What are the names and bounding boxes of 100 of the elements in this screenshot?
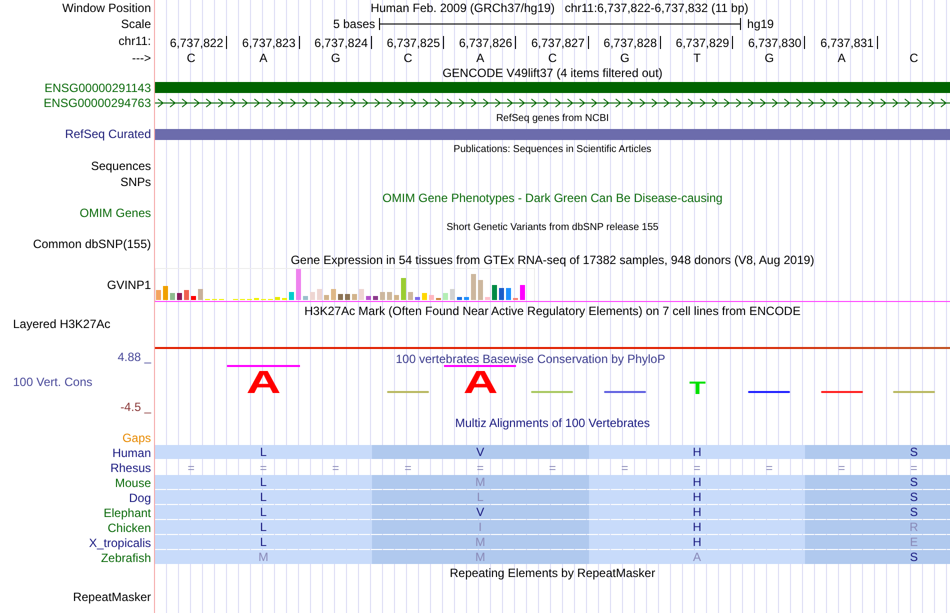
track-title: GENCODE V49lift37 (4 items filtered out) [442,66,663,78]
amino-acid-cell: H [588,505,806,519]
track-label[interactable]: Common dbSNP(155) [32,235,154,253]
track-label[interactable]: Zebrafish [100,548,154,566]
amino-acid-cell: V [372,445,589,459]
track-label[interactable]: Mouse [114,474,154,492]
track-title: Gene Expression in 54 tissues from GTEx RNA-seq of 17382 samples, 948 donors (V8, Aug 2019) [290,254,814,266]
strand-label[interactable]: ---> [132,52,154,64]
position-label: 6,737,829 [676,36,730,48]
amino-acid-cell: M [372,535,589,549]
amino-acid-cell: H [588,445,806,459]
track-title: RefSeq genes from NCBI [496,114,609,124]
track-title: H3K27Ac Mark (Often Found Near Active Regulatory Elements) on 7 cell lines from ENCODE [304,305,801,317]
base-letter: A [258,52,268,64]
position-label: 6,737,825 [386,36,442,48]
track-label[interactable]: GVINP1 [106,276,154,294]
amino-acid-cell: L [372,490,589,504]
track-label: Scale [120,16,152,33]
track-label[interactable]: RepeatMasker [72,588,154,606]
track-label[interactable]: Rhesus [110,458,154,476]
base-letter: C [547,52,558,64]
amino-acid-cell: H [588,490,806,504]
gap-mark: = [837,462,846,474]
track-title: Multiz Alignments of 100 Vertebrates [455,417,650,429]
gap-mark: = [258,462,268,474]
track-label[interactable]: Sequences [90,156,154,174]
base-letter: T [692,52,702,64]
amino-acid-cell: L [155,520,372,534]
position-label: 6,737,827 [531,36,586,48]
track-label[interactable]: ENSG00000291143 [44,78,154,96]
position-label: 6,737,830 [748,36,802,48]
gap-mark: = [403,462,412,474]
amino-acid-cell: R [805,520,950,534]
position-label: 6,737,831 [820,36,875,48]
logo-letter: A [246,370,281,395]
logo-letter: T [688,381,706,395]
gap-mark: = [692,462,702,474]
gap-mark: = [476,462,485,474]
amino-acid-cell: H [588,475,806,489]
base-letter: G [330,52,342,64]
gap-mark: = [620,462,630,474]
axis-min-label: -4.5 _ [120,399,152,416]
amino-acid-cell: S [805,475,950,489]
amino-acid-cell: E [805,535,950,549]
amino-acid-cell: L [155,505,372,519]
track-label[interactable]: Chicken [108,518,154,536]
amino-acid-cell: L [155,490,372,504]
position-label: 6,737,824 [314,36,369,48]
track-label[interactable]: OMIM Genes [80,204,154,222]
track-label: Window Position [62,0,152,17]
track-title: Repeating Elements by RepeatMasker [450,567,656,579]
gene-bar[interactable] [155,128,950,140]
amino-acid-cell: S [805,445,950,459]
track-title: Short Genetic Variants from dbSNP release 155 [446,223,658,233]
track-title: OMIM Gene Phenotypes - Dark Green Can Be Disease-causing [382,192,723,204]
track-label[interactable]: ENSG00000294763 [44,94,154,112]
base-letter: A [836,52,847,64]
axis-max-label: 4.88 _ [118,349,152,366]
amino-acid-cell: H [588,535,806,549]
amino-acid-cell: M [155,550,372,564]
base-letter: G [764,52,775,64]
gap-mark: = [548,462,557,474]
amino-acid-cell: V [372,505,589,519]
track-label[interactable]: SNPs [120,172,154,190]
track-label[interactable]: 100 Vert. Cons [0,373,92,391]
position-label: 6,737,826 [458,36,514,48]
amino-acid-cell: L [155,445,372,459]
position-label: 6,737,822 [170,36,224,48]
gap-mark: = [331,462,340,474]
track-title: Publications: Sequences in Scientific Articles [454,145,652,155]
amino-acid-cell: H [588,520,806,534]
track-label[interactable]: Layered H3K27Ac [0,315,110,333]
amino-acid-cell: M [372,550,589,564]
track-label[interactable]: Human [112,444,154,462]
base-letter: G [619,52,630,64]
track-label[interactable]: Dog [128,488,154,506]
assembly-text: Human Feb. 2009 (GRCh37/hg19) [370,0,555,17]
region-text[interactable]: chr11:6,737,822-6,737,832 (11 bp) [564,0,748,17]
position-label: 6,737,828 [604,36,658,48]
base-letter: C [402,52,414,64]
base-letter: C [908,52,920,64]
amino-acid-cell: A [588,550,806,564]
amino-acid-cell: L [155,535,372,549]
amino-acid-cell: S [805,550,950,564]
amino-acid-cell: I [372,520,589,534]
logo-letter: A [462,370,498,395]
base-letter: A [475,52,486,64]
chromosome-label: chr11: [118,33,152,50]
base-letter: C [186,52,196,64]
amino-acid-cell: S [805,505,950,519]
scale-text: 5 bases [333,16,376,33]
gap-mark: = [186,462,196,474]
gap-mark: = [764,462,774,474]
track-label[interactable]: RefSeq Curated [64,125,154,143]
gap-mark: = [909,462,918,474]
scale-assembly-text: hg19 [746,16,774,33]
track-label[interactable]: X_tropicalis [88,534,154,552]
amino-acid-cell: S [805,490,950,504]
track-label[interactable]: Elephant [104,504,154,522]
gene-intron-line[interactable] [155,96,950,110]
